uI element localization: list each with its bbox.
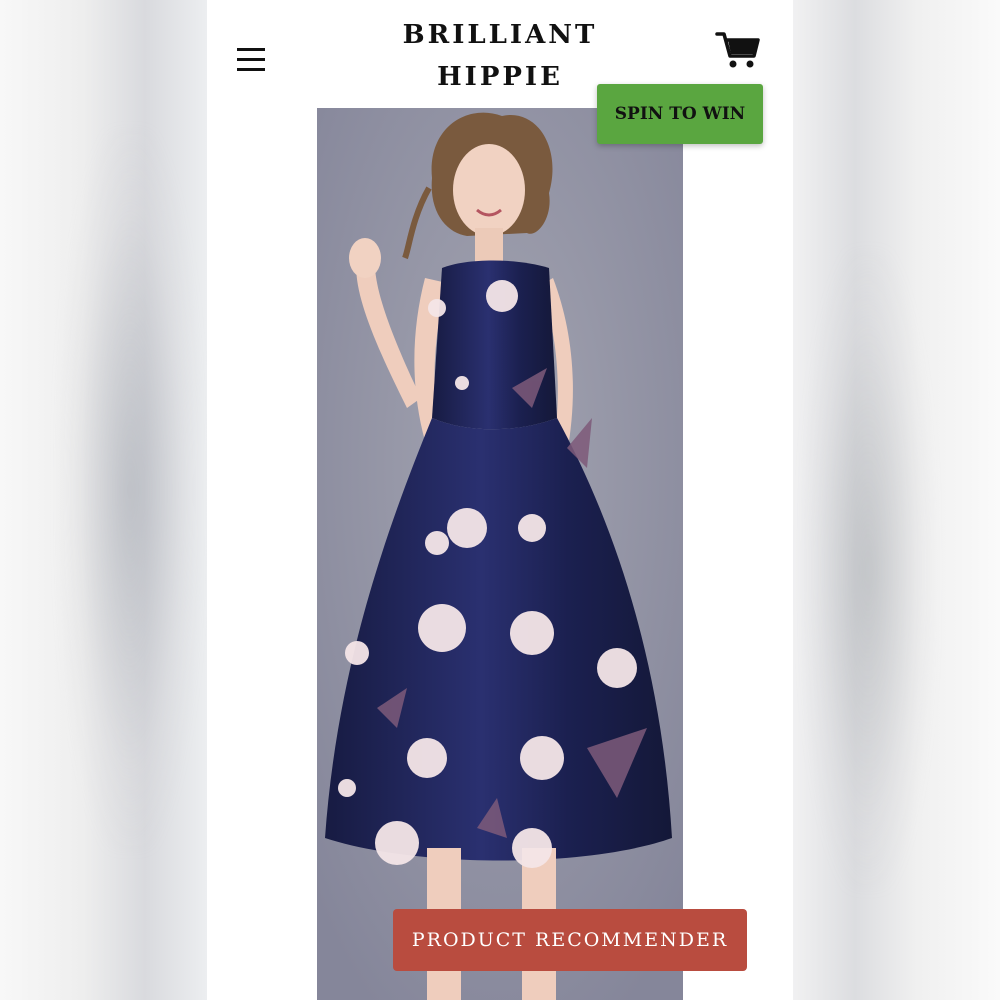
product-image[interactable] bbox=[317, 108, 683, 1000]
background-blur-left bbox=[0, 0, 207, 1000]
shopping-cart-icon[interactable] bbox=[715, 30, 761, 70]
background-blur-right bbox=[793, 0, 1000, 1000]
brand-logo[interactable]: BRILLIANT HIPPIE bbox=[377, 14, 623, 98]
model-illustration bbox=[317, 108, 683, 1000]
product-recommender-button[interactable]: PRODUCT RECOMMENDER bbox=[393, 909, 747, 971]
logo-line-1: BRILLIANT bbox=[402, 20, 598, 50]
hamburger-menu-icon[interactable] bbox=[237, 46, 267, 76]
mobile-page: BRILLIANT HIPPIE SPIN TO WIN PRODUCT REC… bbox=[207, 0, 793, 1000]
spin-to-win-button[interactable]: SPIN TO WIN bbox=[597, 84, 763, 144]
logo-line-2: HIPPIE bbox=[437, 62, 563, 92]
